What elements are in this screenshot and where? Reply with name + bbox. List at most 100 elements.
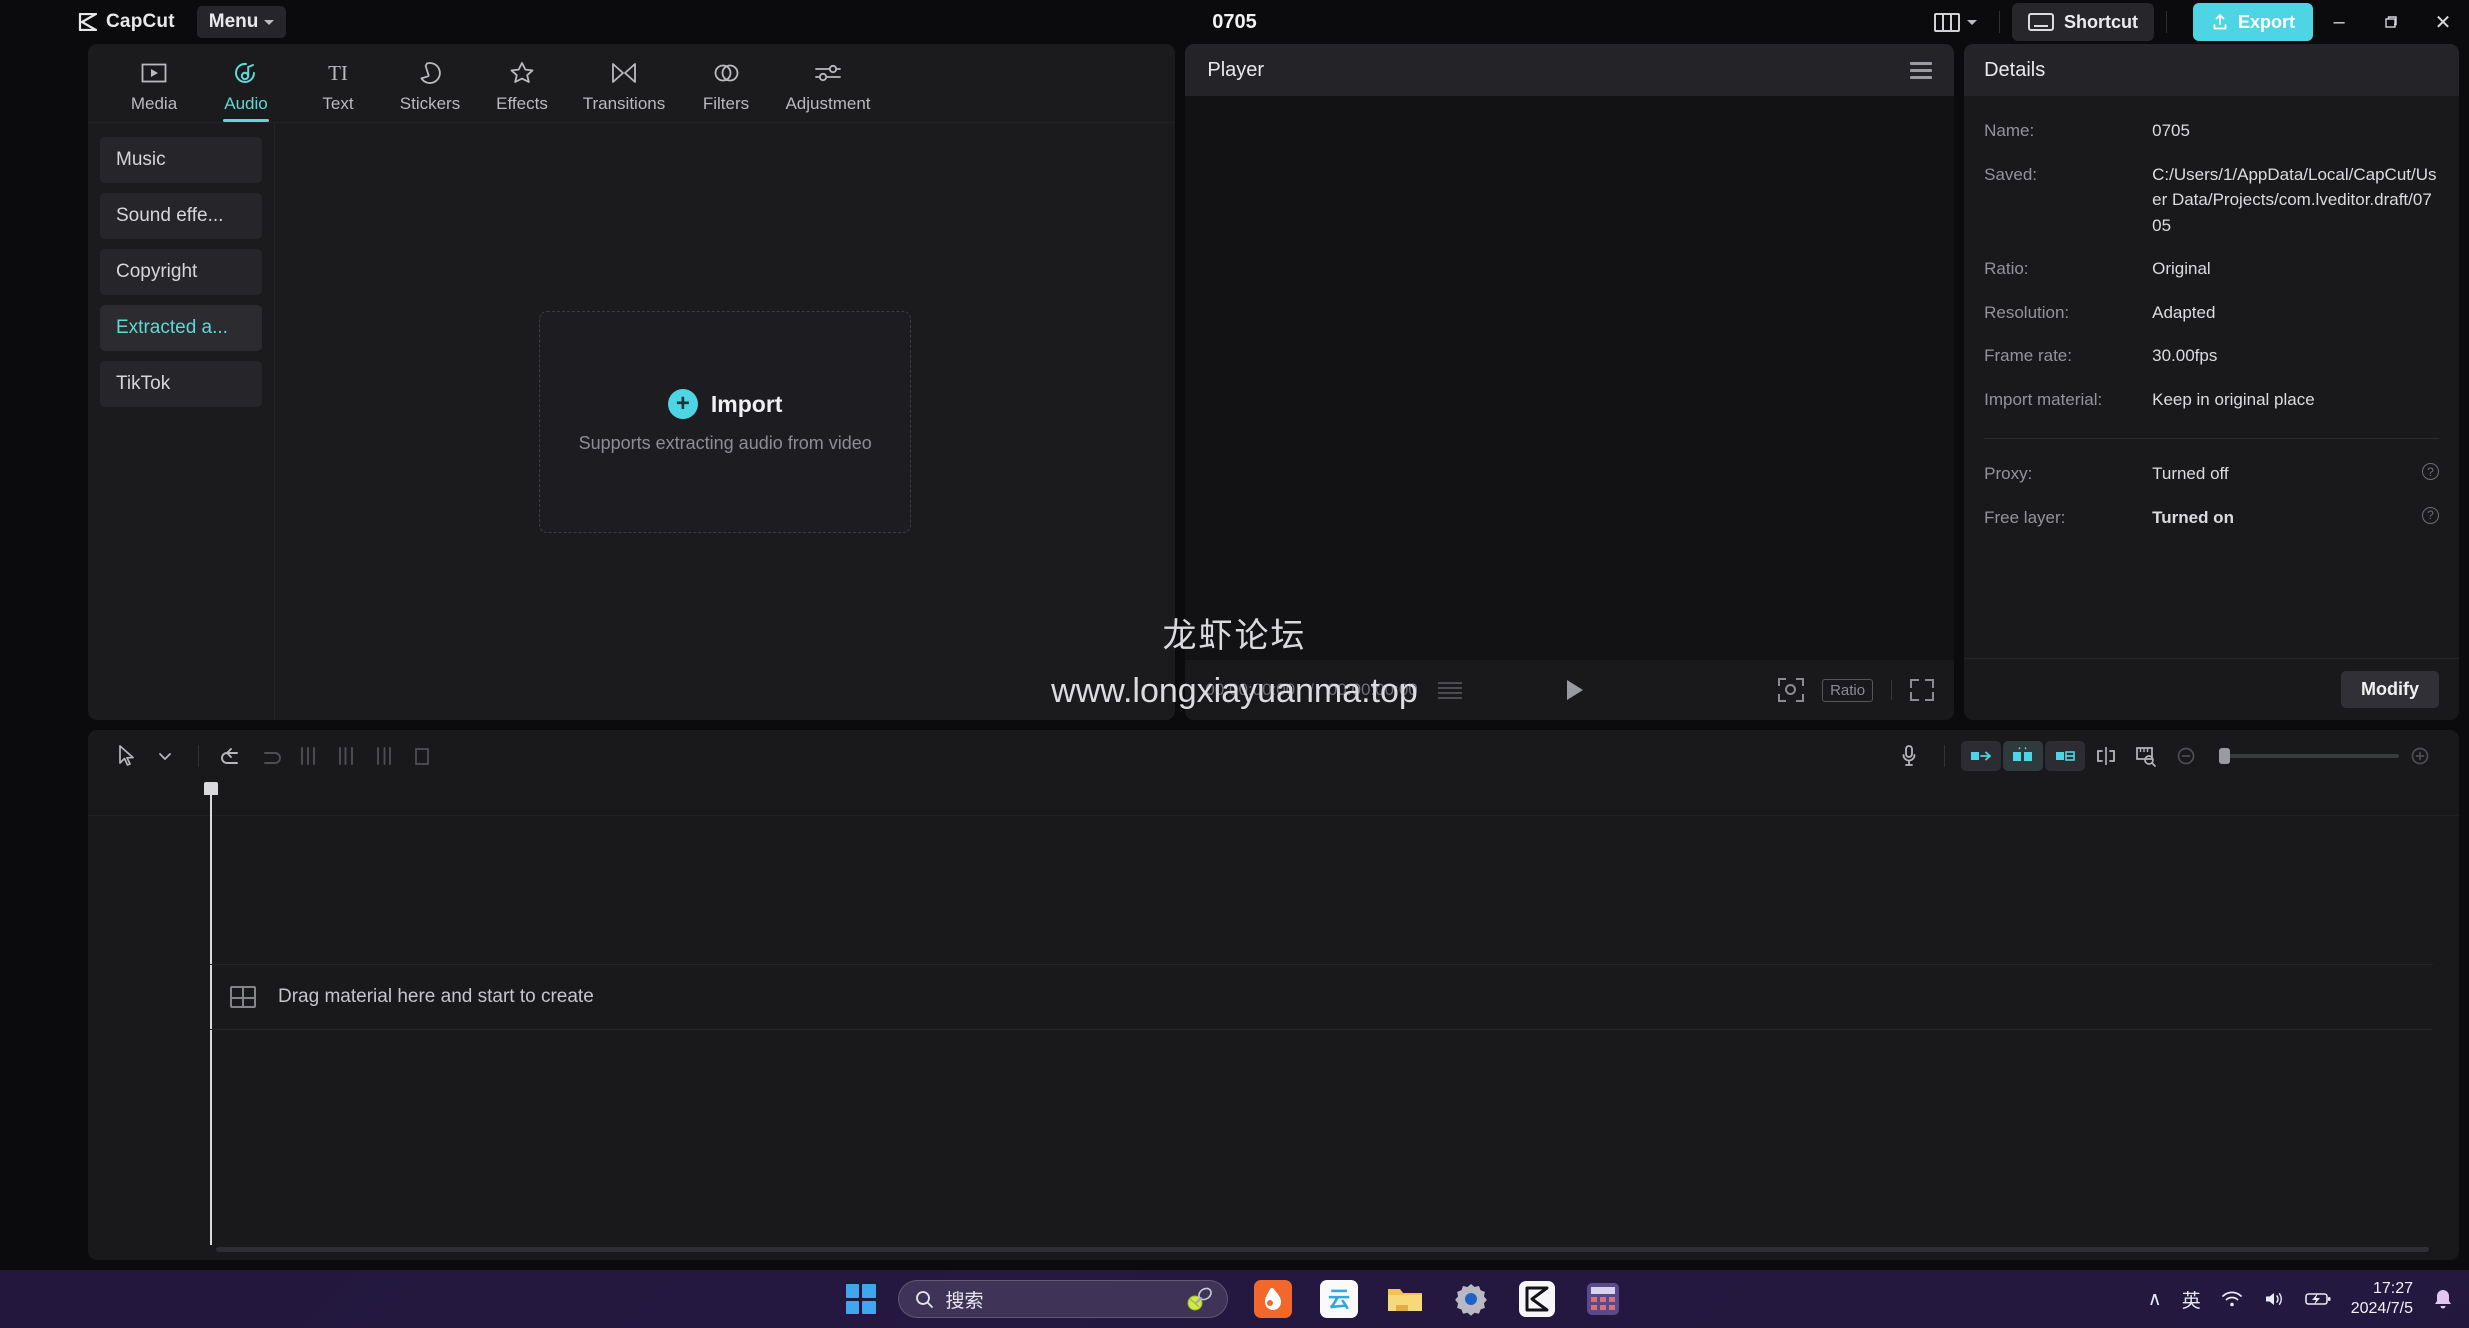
zoom-slider[interactable]	[2219, 748, 2399, 764]
zoom-out-icon[interactable]	[2167, 737, 2205, 775]
help-icon[interactable]: ?	[2422, 506, 2439, 524]
modify-button[interactable]: Modify	[2341, 671, 2439, 708]
tab-audio[interactable]: Audio	[200, 58, 292, 122]
settings-gear-icon[interactable]	[1450, 1278, 1492, 1320]
export-button[interactable]: Export	[2192, 3, 2313, 41]
film-strip-icon	[230, 986, 256, 1008]
delete-icon[interactable]	[403, 737, 441, 775]
media-icon	[141, 58, 167, 88]
notification-bell-icon[interactable]	[2433, 1288, 2453, 1310]
effects-icon	[508, 58, 536, 88]
tab-effects[interactable]: Effects	[476, 58, 568, 122]
split-left-icon[interactable]	[289, 737, 327, 775]
timeline-panel: Drag material here and start to create	[88, 730, 2459, 1260]
sidebar-item-sound-effects[interactable]: Sound effe...	[100, 193, 262, 239]
wifi-icon[interactable]	[2221, 1290, 2243, 1308]
menu-label: Menu	[208, 11, 259, 32]
tab-label: Audio	[224, 94, 268, 113]
tab-filters[interactable]: Filters	[680, 58, 772, 122]
sidebar-item-music[interactable]: Music	[100, 137, 262, 183]
import-dropzone[interactable]: + Import Supports extracting audio from …	[539, 310, 912, 533]
battery-icon[interactable]	[2304, 1291, 2331, 1307]
ime-indicator[interactable]: 英	[2182, 1286, 2201, 1313]
orange-app-icon[interactable]	[1252, 1278, 1294, 1320]
help-icon[interactable]: ?	[2422, 463, 2439, 480]
maximize-button[interactable]	[2365, 0, 2417, 44]
capcut-window: CapCut Menu 0705 Shortcut Export – ✕ Med…	[0, 0, 2469, 1270]
details-footer: Modify	[1964, 658, 2459, 720]
volume-icon[interactable]	[2263, 1290, 2285, 1308]
select-tool-icon[interactable]	[108, 737, 146, 775]
upload-icon	[2211, 13, 2229, 31]
auto-cut-icon[interactable]	[2003, 741, 2043, 771]
minimize-button[interactable]: –	[2313, 0, 2365, 44]
detail-row-ratio: Ratio: Original	[1984, 256, 2439, 282]
shortcut-label: Shortcut	[2063, 11, 2138, 32]
player-canvas[interactable]	[1185, 96, 1955, 660]
zoom-in-icon[interactable]	[2401, 737, 2439, 775]
timeline-ruler[interactable]	[88, 782, 2459, 1245]
split-right-icon[interactable]	[365, 737, 403, 775]
timeline-scrollbar[interactable]	[216, 1247, 2429, 1252]
auto-trim-left-icon[interactable]	[1961, 741, 2001, 771]
microphone-icon[interactable]	[1890, 737, 1928, 775]
chevron-up-icon[interactable]: ∧	[2148, 1288, 2162, 1311]
sidebar-item-label: Sound effe...	[116, 205, 224, 226]
split-icon[interactable]	[327, 737, 365, 775]
detail-value: Keep in original place	[2152, 389, 2315, 409]
tab-stickers[interactable]: Stickers	[384, 58, 476, 122]
taskbar-clock[interactable]: 17:27 2024/7/5	[2351, 1279, 2413, 1319]
cloud-app-icon[interactable]: 云	[1318, 1278, 1360, 1320]
folder-icon[interactable]	[1384, 1278, 1426, 1320]
tab-text[interactable]: TI Text	[292, 58, 384, 122]
taskbar-center: 搜索 云	[845, 1278, 1624, 1320]
keyboard-icon	[2027, 13, 2054, 31]
zoom-slider-track[interactable]	[2219, 748, 2399, 764]
detail-row-import-material: Import material: Keep in original place	[1984, 387, 2439, 413]
divider	[1984, 438, 2439, 439]
calculator-icon[interactable]	[1582, 1278, 1624, 1320]
tab-transitions[interactable]: Transitions	[568, 58, 680, 122]
layout-switch-button[interactable]	[1924, 5, 1987, 39]
player-menu-icon[interactable]	[1910, 61, 1933, 79]
sidebar-item-extracted-audio[interactable]: Extracted a...	[100, 305, 262, 351]
main-area: Media Audio TI Text Stickers Effects Tra…	[0, 44, 2469, 720]
player-header: Player	[1185, 44, 1955, 96]
sidebar-item-tiktok[interactable]: TikTok	[100, 361, 262, 407]
zoom-slider-knob[interactable]	[2219, 748, 2230, 764]
tab-media[interactable]: Media	[108, 58, 200, 122]
zoom-preview-icon[interactable]	[1778, 678, 1805, 702]
undo-icon[interactable]	[213, 737, 251, 775]
audio-category-list: Music Sound effe... Copyright Extracted …	[88, 123, 275, 720]
brand: CapCut	[78, 11, 175, 33]
shortcut-button[interactable]: Shortcut	[2011, 3, 2154, 41]
library-body: Music Sound effe... Copyright Extracted …	[88, 122, 1176, 720]
auto-trim-right-icon[interactable]	[2045, 741, 2085, 771]
close-button[interactable]: ✕	[2417, 0, 2469, 44]
ruler-icon[interactable]	[2127, 737, 2165, 775]
track-placeholder[interactable]: Drag material here and start to create	[210, 964, 2433, 1030]
menu-button[interactable]: Menu	[196, 6, 287, 38]
tennis-icon[interactable]	[1185, 1286, 1215, 1312]
detail-value: 0705	[2152, 121, 2190, 140]
fullscreen-icon[interactable]	[1910, 679, 1935, 701]
details-body: Name: 0705 Saved: C:/Users/1/AppData/Loc…	[1964, 96, 2459, 658]
play-button[interactable]	[1566, 680, 1583, 700]
redo-icon[interactable]	[251, 737, 289, 775]
tab-adjustment[interactable]: Adjustment	[772, 58, 884, 122]
tab-label: Media	[130, 94, 178, 113]
capcut-taskbar-icon[interactable]	[1516, 1278, 1558, 1320]
tool-dropdown-icon[interactable]	[146, 737, 184, 775]
detail-row-free-layer: Free layer: Turned on ?	[1984, 505, 2439, 531]
split-marker-icon[interactable]	[2087, 737, 2125, 775]
ratio-button[interactable]: Ratio	[1822, 678, 1874, 702]
details-header: Details	[1964, 44, 2459, 96]
taskbar-search[interactable]: 搜索	[897, 1280, 1228, 1318]
timeline-tracks[interactable]: Drag material here and start to create	[88, 816, 2459, 1260]
search-placeholder: 搜索	[945, 1290, 984, 1312]
windows-start-icon[interactable]	[845, 1284, 876, 1314]
sidebar-item-label: TikTok	[116, 373, 171, 394]
timecode-menu-icon[interactable]	[1437, 681, 1462, 699]
player-title: Player	[1207, 58, 1265, 81]
sidebar-item-copyright[interactable]: Copyright	[100, 249, 262, 295]
